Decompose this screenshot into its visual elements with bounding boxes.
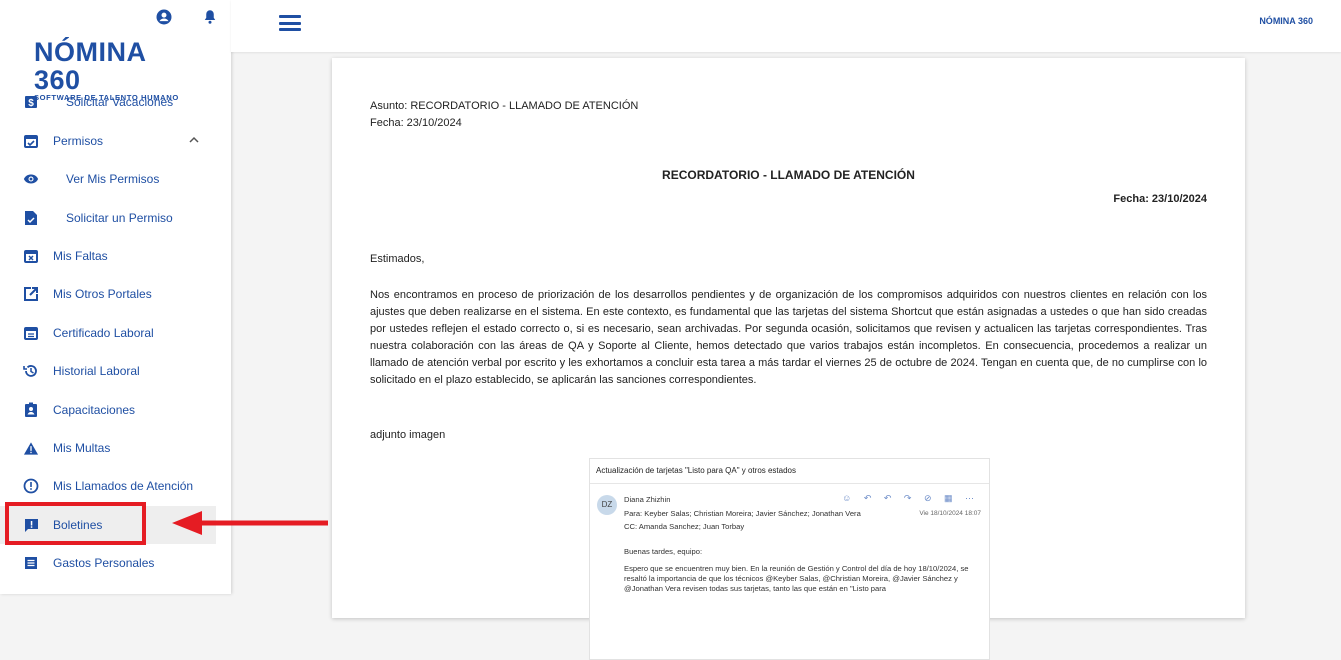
document-header: Asunto: RECORDATORIO - LLAMADO DE ATENCI… [370, 98, 638, 132]
email-sender: Diana Zhizhin [624, 495, 671, 504]
calendar-x-icon [23, 248, 39, 264]
nav-mis-llamados-atencion[interactable]: Mis Llamados de Atención [0, 467, 216, 505]
email-subject: Actualización de tarjetas "Listo para QA… [596, 466, 797, 475]
nav-mis-multas[interactable]: Mis Multas [0, 429, 216, 467]
document-greeting: Estimados, [370, 253, 425, 265]
nav-historial-laboral[interactable]: Historial Laboral [0, 352, 216, 390]
bell-icon[interactable] [201, 8, 219, 26]
nav-label: Solicitar Vacaciones [66, 95, 174, 109]
dollar-doc-icon: $ [23, 94, 39, 110]
email-date: Vie 18/10/2024 18:07 [919, 510, 981, 517]
svg-text:$: $ [28, 98, 34, 109]
divider [590, 483, 989, 484]
nav-permisos[interactable]: Permisos [0, 122, 216, 160]
nav-label: Mis Multas [53, 441, 111, 455]
document-fecha: Fecha: 23/10/2024 [370, 117, 462, 129]
attached-email-image: Actualización de tarjetas "Listo para QA… [589, 458, 990, 660]
email-paragraph: Espero que se encuentren muy bien. En la… [624, 564, 969, 593]
warning-icon [23, 440, 39, 456]
menu-icon[interactable] [279, 15, 301, 31]
nav-label: Gastos Personales [53, 556, 155, 570]
account-circle-icon[interactable] [155, 8, 173, 26]
email-greeting: Buenas tardes, equipo: [624, 547, 703, 556]
nav-solicitar-vacaciones[interactable]: $ Solicitar Vacaciones [0, 83, 216, 121]
email-action-icons: ☺ ↶ ↶ ↷ ⊘ ▦ ⋯ [842, 493, 979, 503]
nav-ver-mis-permisos[interactable]: Ver Mis Permisos [0, 160, 216, 198]
calendar-lines-icon [23, 325, 39, 341]
chevron-up-icon[interactable] [188, 134, 200, 149]
nav-label: Ver Mis Permisos [66, 172, 160, 186]
nav-mis-faltas[interactable]: Mis Faltas [0, 237, 216, 275]
nav-label: Historial Laboral [53, 364, 140, 378]
document-asunto: Asunto: RECORDATORIO - LLAMADO DE ATENCI… [370, 100, 639, 112]
arrow-annotation-icon [172, 511, 328, 535]
nav-label: Certificado Laboral [53, 326, 154, 340]
alert-circle-icon [23, 478, 39, 494]
calendar-check-icon [23, 133, 39, 149]
document-attachment-label: adjunto imagen [370, 429, 446, 441]
nav-label: Mis Otros Portales [53, 287, 152, 301]
file-check-icon [23, 210, 39, 226]
nav-solicitar-permiso[interactable]: Solicitar un Permiso [0, 199, 216, 237]
nav-label: Mis Faltas [53, 249, 108, 263]
external-link-icon [23, 286, 39, 302]
nav-label: Solicitar un Permiso [66, 211, 173, 225]
top-icons [155, 8, 219, 26]
email-to: Para: Keyber Salas; Christian Moreira; J… [624, 509, 861, 518]
nav-label: Capacitaciones [53, 403, 136, 417]
avatar: DZ [597, 495, 617, 515]
nav-label: Mis Llamados de Atención [53, 479, 194, 493]
list-doc-icon [23, 555, 39, 571]
nav-capacitaciones[interactable]: Capacitaciones [0, 391, 216, 429]
document: Asunto: RECORDATORIO - LLAMADO DE ATENCI… [332, 58, 1245, 660]
nav-mis-otros-portales[interactable]: Mis Otros Portales [0, 275, 216, 313]
document-body: Nos encontramos en proceso de priorizaci… [370, 289, 1207, 386]
document-title: RECORDATORIO - LLAMADO DE ATENCIÓN [662, 168, 915, 182]
topbar: NÓMINA 360 [231, 0, 1341, 52]
nav-gastos-personales[interactable]: Gastos Personales [0, 544, 216, 582]
eye-icon [23, 171, 39, 187]
nav-certificado-laboral[interactable]: Certificado Laboral [0, 314, 216, 352]
highlight-box [5, 502, 146, 545]
brand-logo-small: NÓMINA 360 [1259, 16, 1313, 26]
history-icon [23, 363, 39, 379]
email-cc: CC: Amanda Sanchez; Juan Torbay [624, 522, 745, 531]
nav-label: Permisos [53, 134, 104, 148]
document-fecha-right: Fecha: 23/10/2024 [1113, 193, 1207, 205]
badge-icon [23, 402, 39, 418]
